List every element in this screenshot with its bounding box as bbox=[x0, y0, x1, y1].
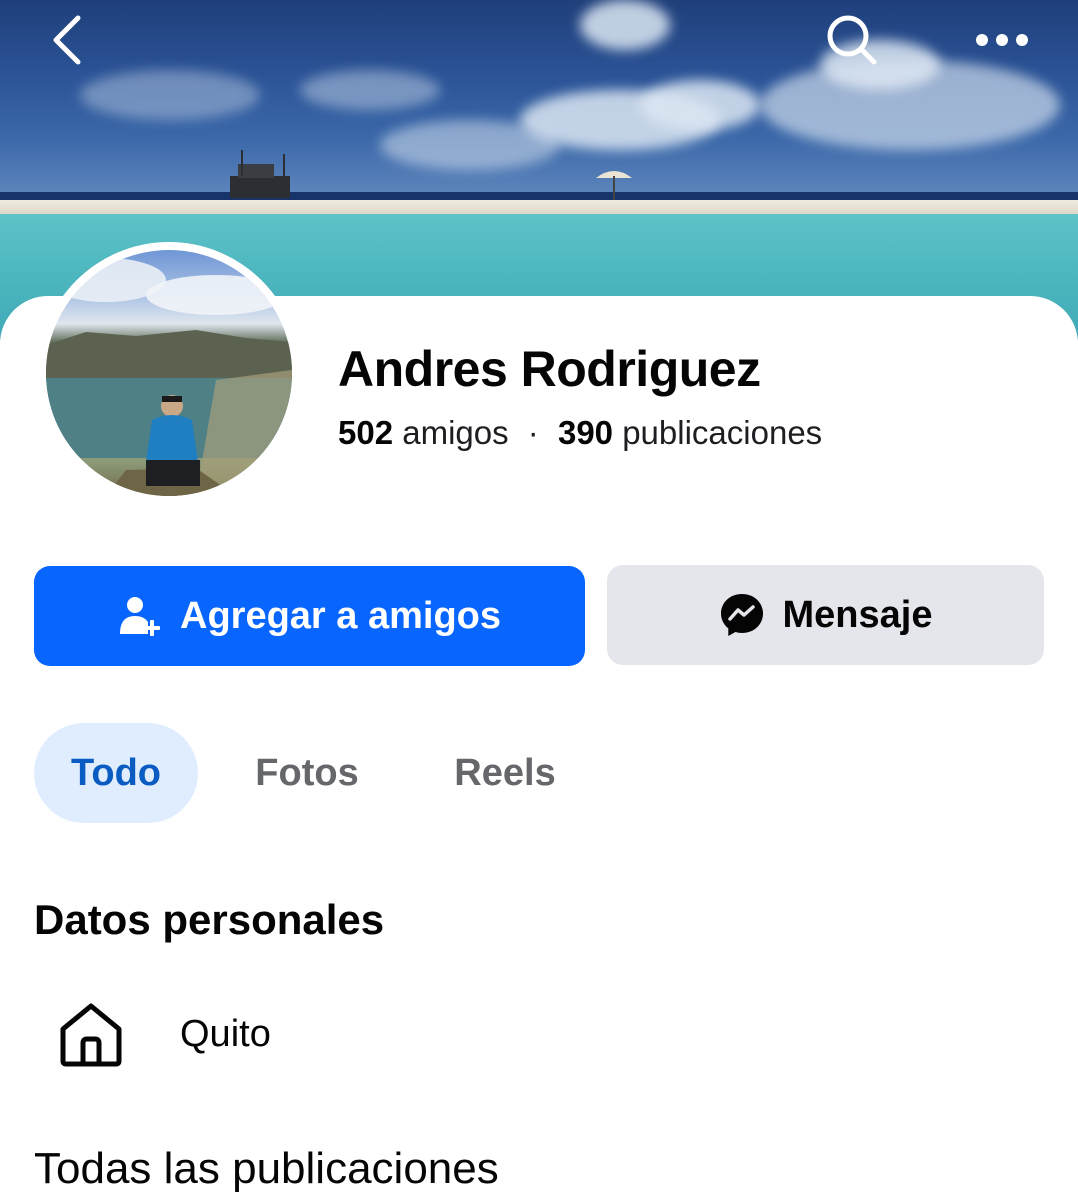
search-button[interactable] bbox=[820, 10, 884, 70]
hometown-row: Quito bbox=[56, 998, 271, 1070]
friends-label[interactable]: amigos bbox=[402, 414, 508, 451]
umbrella-shape bbox=[596, 171, 632, 200]
profile-stats: 502 amigos · 390 publicaciones bbox=[338, 414, 822, 452]
message-label: Mensaje bbox=[782, 593, 933, 636]
search-icon bbox=[827, 15, 877, 65]
profile-avatar[interactable] bbox=[46, 250, 292, 496]
add-friend-icon bbox=[118, 594, 162, 638]
stats-separator: · bbox=[527, 414, 539, 451]
tab-fotos[interactable]: Fotos bbox=[236, 723, 378, 823]
tab-reels[interactable]: Reels bbox=[436, 723, 574, 823]
posts-count: 390 bbox=[557, 414, 614, 451]
messenger-icon bbox=[719, 592, 765, 638]
home-icon bbox=[56, 999, 126, 1069]
more-options-button[interactable] bbox=[970, 10, 1034, 70]
back-button[interactable] bbox=[40, 10, 96, 70]
more-horizontal-icon bbox=[976, 34, 1028, 46]
chevron-left-icon bbox=[53, 15, 81, 65]
profile-name: Andres Rodriguez bbox=[338, 341, 761, 397]
all-posts-heading: Todas las publicaciones bbox=[34, 1144, 499, 1193]
avatar-photo bbox=[46, 258, 292, 496]
personal-data-heading: Datos personales bbox=[34, 896, 385, 943]
hometown-city: Quito bbox=[180, 1012, 271, 1055]
friends-count[interactable]: 502 bbox=[338, 414, 393, 451]
tab-todo[interactable]: Todo bbox=[34, 723, 198, 823]
posts-label: publicaciones bbox=[622, 414, 823, 451]
message-button[interactable]: Mensaje bbox=[607, 565, 1044, 665]
add-friend-button[interactable]: Agregar a amigos bbox=[34, 566, 585, 666]
add-friend-label: Agregar a amigos bbox=[180, 594, 501, 637]
boat-shape bbox=[230, 150, 290, 198]
